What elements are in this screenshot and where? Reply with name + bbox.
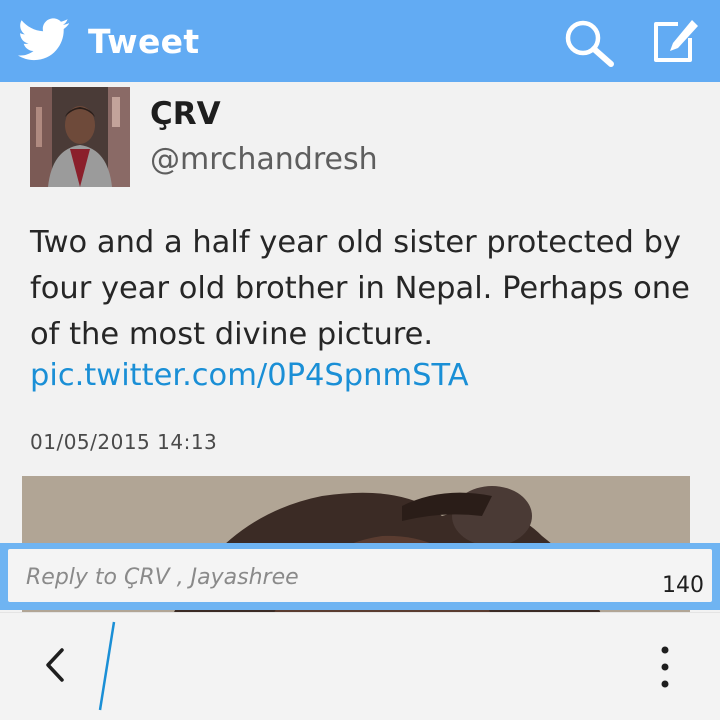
action-bar-divider xyxy=(98,621,116,711)
tweet-photo-link[interactable]: pic.twitter.com/0P4SpnmSTA xyxy=(30,358,469,393)
character-count: 140 xyxy=(662,573,704,598)
chevron-left-icon[interactable] xyxy=(36,640,72,690)
page-title: Tweet xyxy=(88,22,200,61)
twitter-bird-icon xyxy=(18,18,69,61)
compose-icon[interactable] xyxy=(650,18,700,64)
author-handle[interactable]: @mrchandresh xyxy=(150,142,378,177)
reply-placeholder[interactable]: Reply to ÇRV , Jayashree xyxy=(26,565,299,590)
search-icon[interactable] xyxy=(562,18,616,68)
tweet-text: Two and a half year old sister protected… xyxy=(30,225,690,352)
app-header: Tweet xyxy=(0,0,720,82)
avatar[interactable] xyxy=(30,87,130,187)
author-name[interactable]: ÇRV xyxy=(150,96,221,132)
avatar-photo xyxy=(30,87,130,187)
overflow-menu-icon[interactable] xyxy=(650,644,680,690)
tweet-timestamp: 01/05/2015 14:13 xyxy=(30,430,218,454)
